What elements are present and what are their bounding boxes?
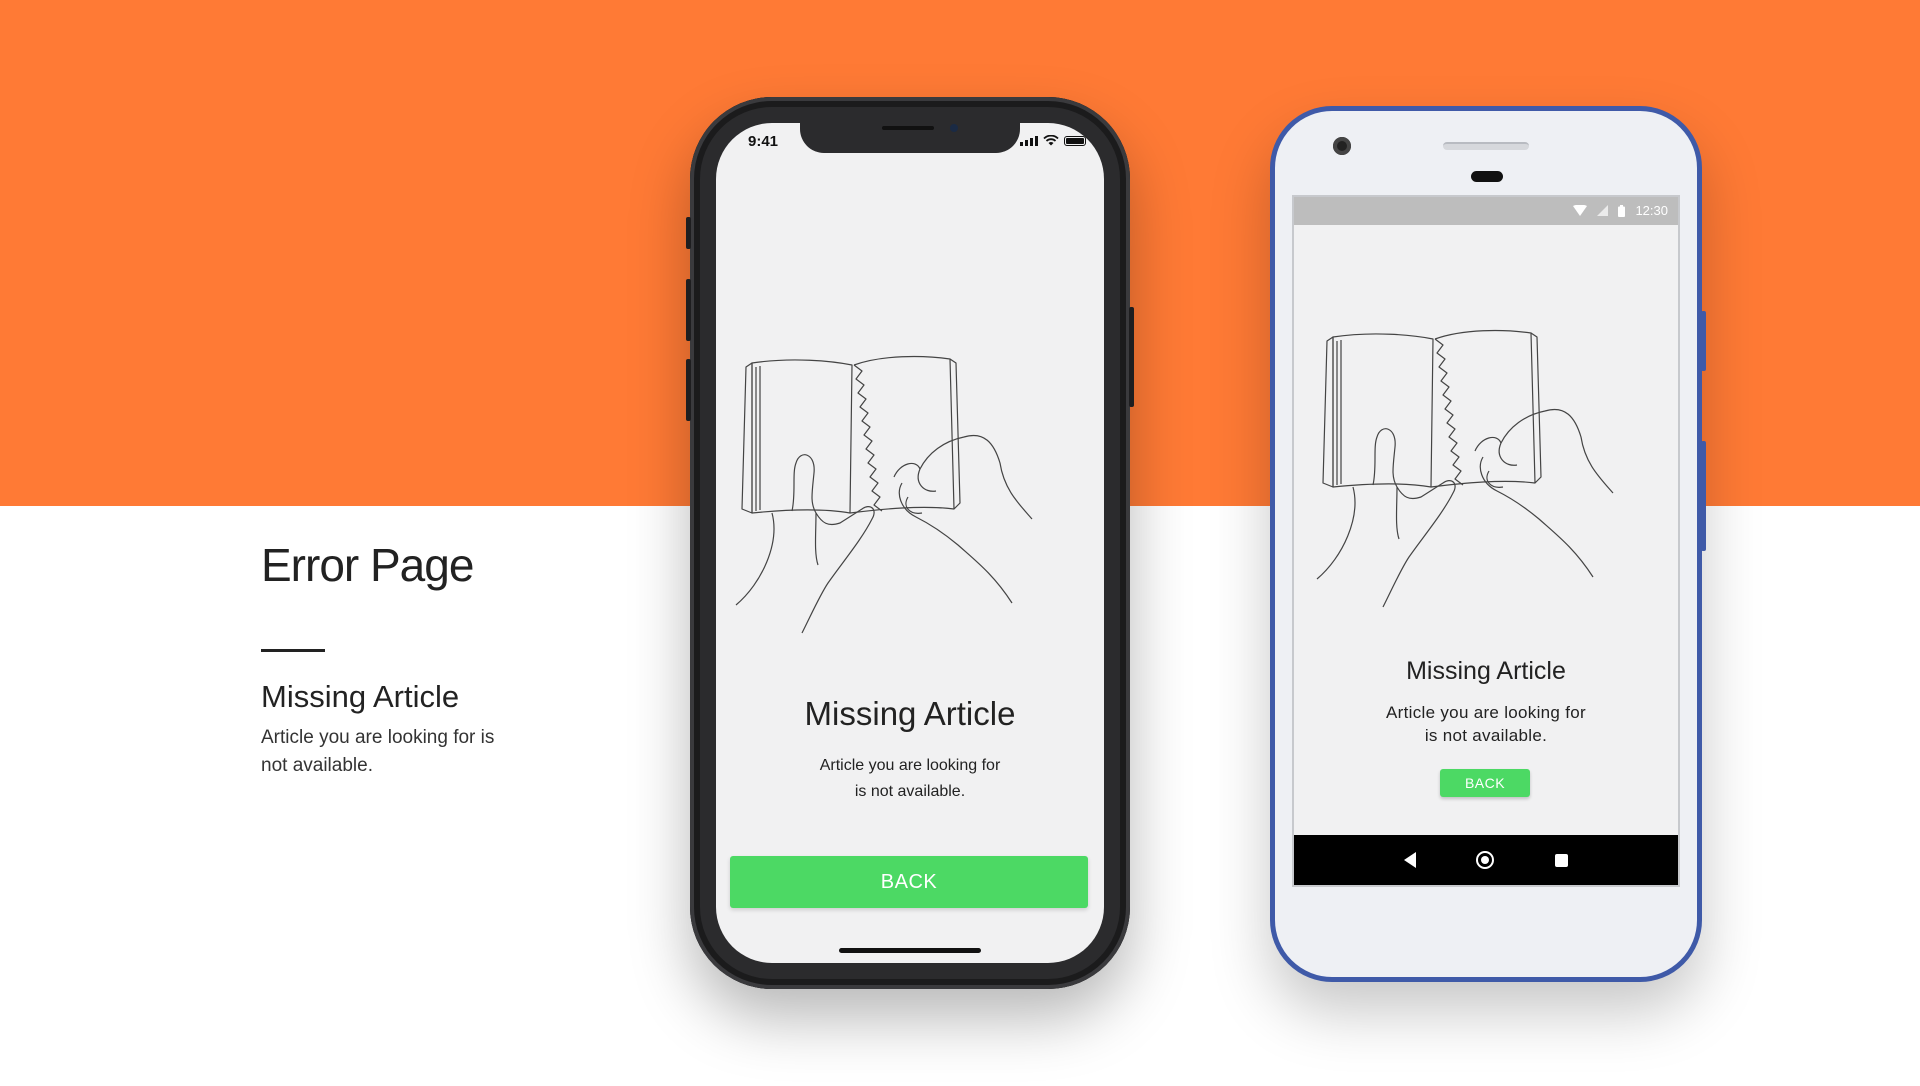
android-nav-bar [1294, 835, 1678, 885]
page-title: Error Page [261, 539, 474, 591]
android-earpiece [1443, 142, 1529, 150]
nav-recents-icon[interactable] [1554, 853, 1568, 867]
wifi-icon [1573, 205, 1588, 216]
status-time: 9:41 [748, 133, 779, 150]
error-description: Article you are looking for is not avail… [1294, 701, 1678, 747]
iphone-speaker [882, 126, 934, 130]
error-title: Missing Article [804, 695, 1016, 732]
iphone-volume-down [686, 359, 691, 421]
signal-icon [1020, 135, 1038, 146]
android-volume-button [1701, 441, 1706, 551]
nav-home-icon[interactable] [1476, 851, 1495, 869]
iphone-silent-switch [686, 217, 691, 249]
wifi-icon [1043, 135, 1059, 146]
android-sensor [1471, 171, 1503, 182]
back-button[interactable]: BACK [1440, 769, 1530, 797]
android-status-bar: 12:30 [1294, 197, 1678, 225]
description-panel: Error Page Missing Article Article you a… [261, 536, 581, 780]
panel-subtitle: Missing Article [261, 679, 460, 714]
signal-icon [1597, 205, 1609, 216]
book-hands-illustration [735, 355, 1033, 634]
iphone-notch [800, 123, 1020, 153]
android-status-time: 12:30 [1635, 203, 1668, 218]
title-divider [261, 649, 325, 652]
back-button[interactable]: BACK [730, 856, 1088, 908]
error-title: Missing Article [1406, 657, 1566, 685]
iphone-power-button [1129, 307, 1134, 407]
android-screen: 12:30 Missing Article Article you are lo… [1292, 195, 1680, 887]
iphone-camera [950, 124, 958, 132]
iphone-volume-up [686, 279, 691, 341]
iphone-mockup: 9:41 Missing Article Article you are loo… [686, 97, 1134, 989]
battery-icon [1064, 135, 1086, 146]
nav-back-icon[interactable] [1404, 852, 1417, 868]
android-status-icons: 12:30 [1573, 203, 1668, 218]
error-description-line: Article you are looking for [1386, 703, 1586, 722]
iphone-screen: 9:41 Missing Article Article you are loo… [716, 123, 1104, 963]
panel-description: Article you are looking for is not avail… [261, 727, 495, 776]
android-front-camera [1333, 137, 1351, 155]
android-power-button [1701, 311, 1706, 371]
error-description-line: is not available. [1424, 726, 1548, 745]
error-description: Article you are looking for is not avail… [716, 753, 1104, 805]
error-description-line: Article you are looking for [819, 757, 1001, 774]
battery-icon [1618, 204, 1626, 217]
android-mockup: 12:30 Missing Article Article you are lo… [1270, 106, 1706, 982]
status-icons [1020, 135, 1086, 146]
error-description-line: is not available. [854, 783, 966, 800]
book-hands-illustration [1316, 329, 1614, 608]
home-indicator[interactable] [839, 948, 981, 953]
